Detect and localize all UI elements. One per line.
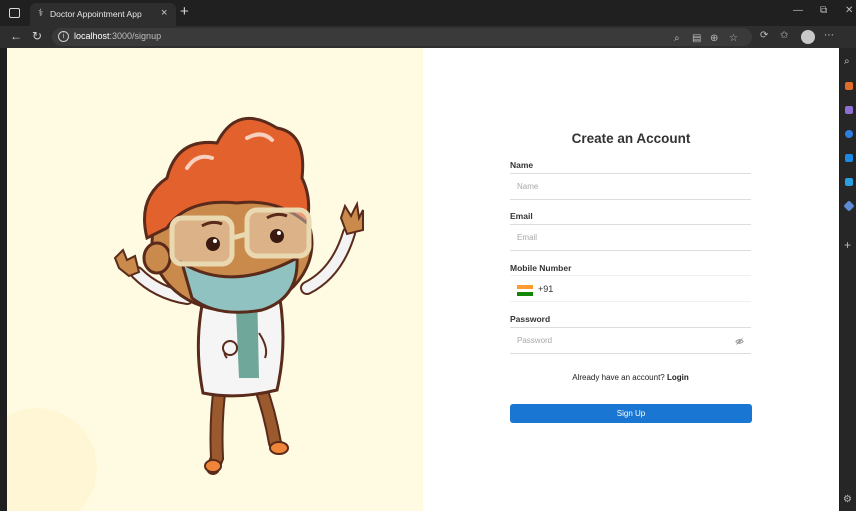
sidebar-search-icon[interactable]: ⌕ [844,56,850,67]
eye-off-icon[interactable] [735,337,744,346]
tab-title: Doctor Appointment App [50,9,142,19]
sidebar-tools-icon[interactable] [845,106,853,114]
signup-button[interactable]: Sign Up [510,404,752,423]
signup-page: Create an Account Name Email Mobile Numb… [7,48,839,511]
password-input[interactable] [510,328,751,353]
minimize-button[interactable]: — [793,5,803,16]
restore-button[interactable]: ⧉ [820,5,827,16]
mobile-label: Mobile Number [510,263,572,273]
more-options-icon[interactable]: ⋯ [824,30,834,41]
sidebar-telegram-icon[interactable] [845,178,853,186]
password-field-wrapper [510,327,751,354]
browser-sidebar: ⌕ + ⚙ [840,48,856,511]
refresh-icon[interactable]: ↻ [32,29,42,43]
site-info-icon[interactable]: i [58,31,69,42]
new-tab-button[interactable]: + [180,3,189,20]
browser-tab[interactable]: ⚕ Doctor Appointment App × [30,3,176,26]
login-link[interactable]: Login [667,373,689,382]
reader-mode-icon[interactable]: ▤ [692,33,701,44]
name-input[interactable] [510,174,751,199]
window-menu-icon[interactable] [9,8,20,18]
sidebar-drop-icon[interactable] [843,200,855,212]
email-input[interactable] [510,225,751,250]
favorites-icon[interactable]: ✩ [780,30,788,41]
mobile-field[interactable]: +91 [510,275,751,302]
url-text: localhost:3000/signup [74,31,162,41]
dial-code: +91 [538,284,554,294]
url-input[interactable]: i localhost:3000/signup ⌕ ▤ ⊕ ☆ [52,28,752,46]
doctor-illustration [7,116,364,511]
browser-tab-bar: ⚕ Doctor Appointment App × + — ⧉ ✕ [0,0,856,26]
tab-favicon-icon: ⚕ [38,8,44,19]
login-prompt: Already have an account? Login [572,373,689,382]
sidebar-copilot-icon[interactable] [845,130,853,138]
read-aloud-icon[interactable]: ⌕ [674,33,680,44]
illustration-panel [7,48,423,511]
email-field-wrapper [510,224,751,251]
sidebar-outlook-icon[interactable] [845,154,853,162]
form-title: Create an Account [571,131,691,146]
email-label: Email [510,211,533,221]
zoom-icon[interactable]: ⊕ [710,33,718,44]
sidebar-add-icon[interactable]: + [844,238,851,252]
close-window-button[interactable]: ✕ [845,5,853,16]
back-arrow-icon[interactable]: ← [10,29,22,43]
sidebar-settings-icon[interactable]: ⚙ [843,494,852,505]
sidebar-shopping-icon[interactable] [845,82,853,90]
browser-address-bar: ← ↻ i localhost:3000/signup ⌕ ▤ ⊕ ☆ ⟳ ✩ … [0,26,856,48]
extensions-icon[interactable]: ⟳ [760,30,768,41]
profile-avatar[interactable] [801,30,815,44]
name-field-wrapper [510,173,751,200]
india-flag-icon[interactable] [517,285,533,296]
password-label: Password [510,314,551,324]
name-label: Name [510,160,534,170]
tab-close-icon[interactable]: × [161,7,167,19]
favorite-star-icon[interactable]: ☆ [729,33,738,44]
